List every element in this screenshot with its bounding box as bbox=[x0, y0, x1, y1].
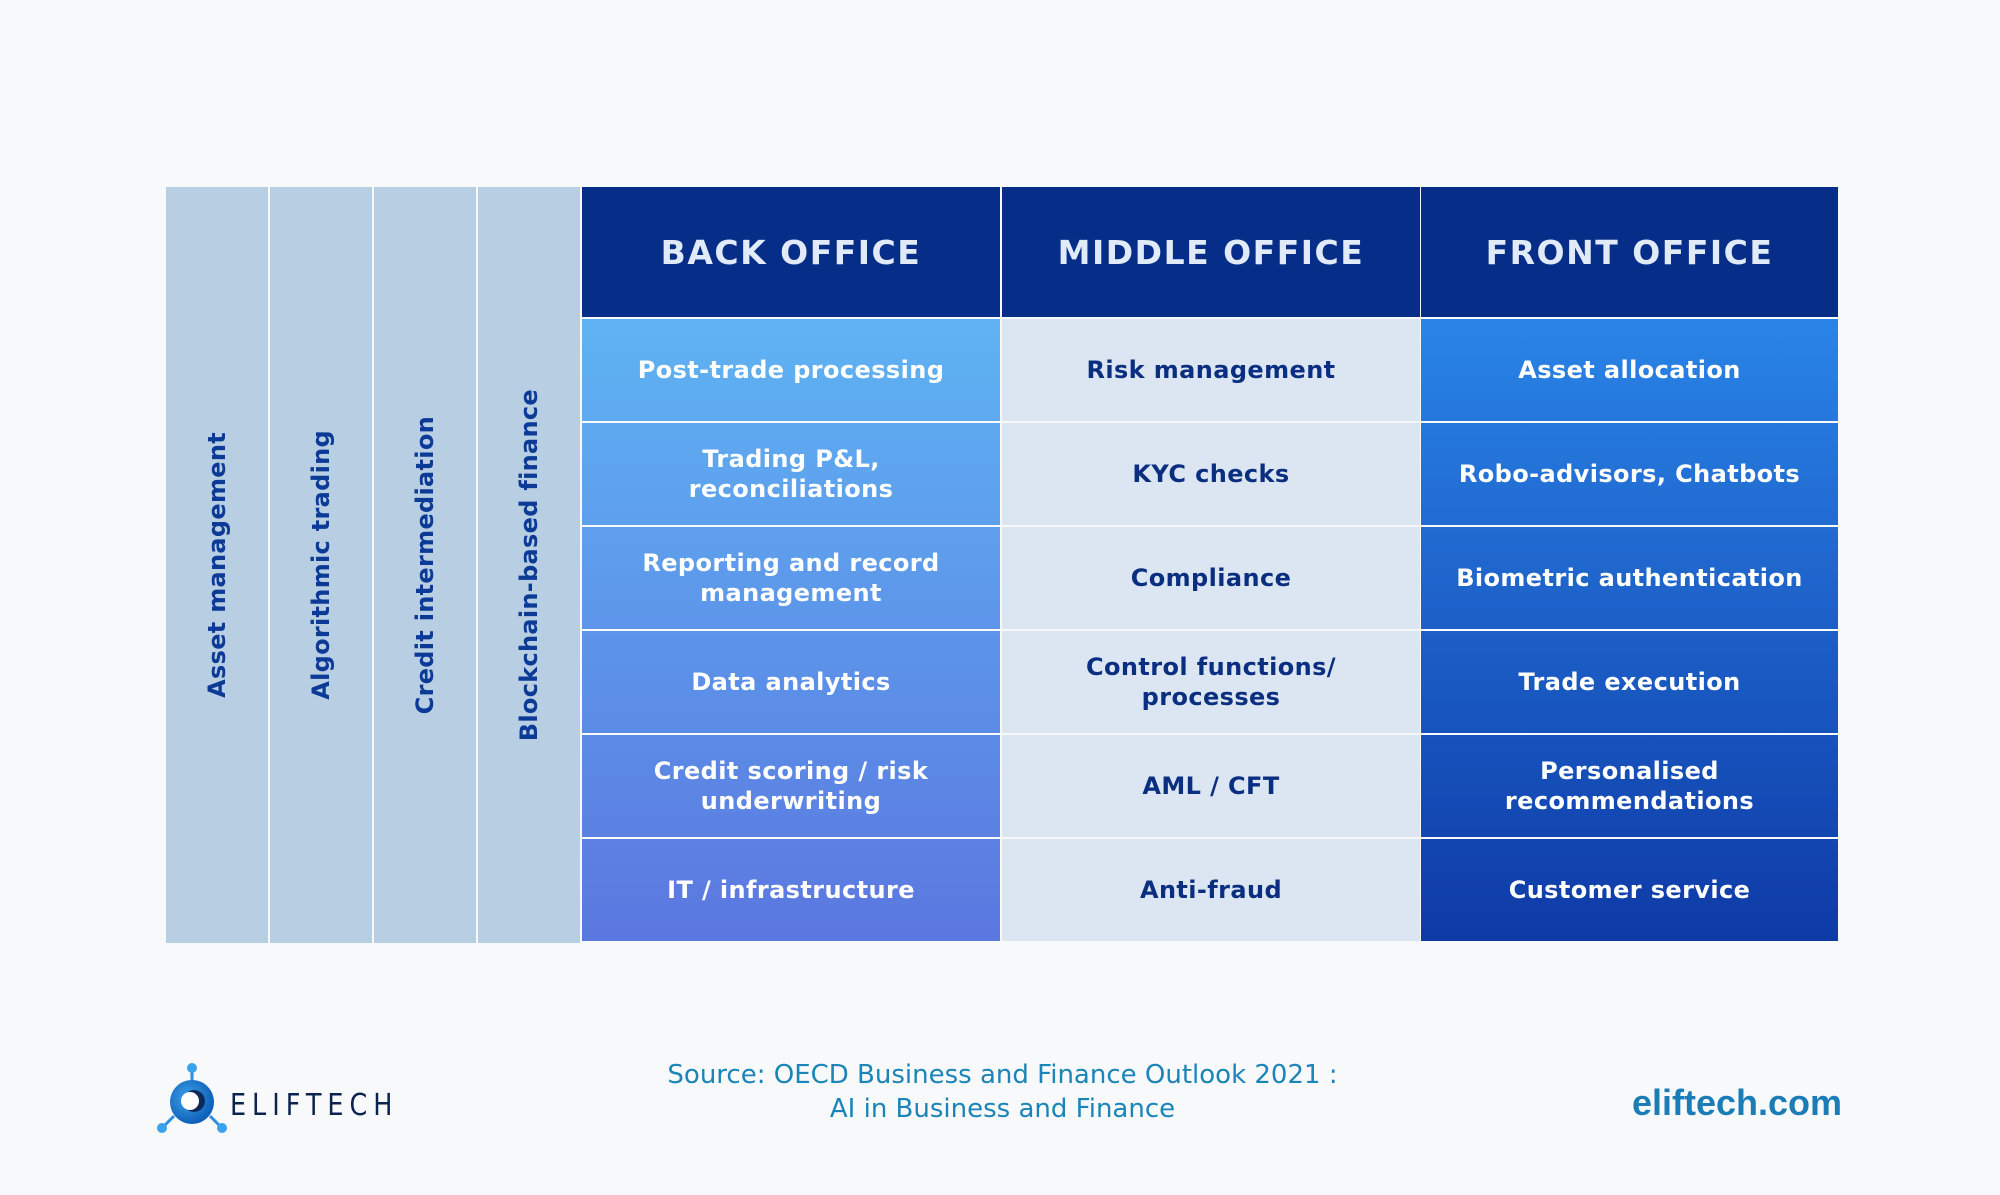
category-blockchain-finance: Blockchain-based finance bbox=[478, 187, 580, 943]
ai-finance-table: Asset management Algorithmic trading Cre… bbox=[166, 187, 1838, 943]
category-label: Credit intermediation bbox=[411, 415, 439, 715]
back-office-cell: Post-trade processing bbox=[582, 319, 1000, 421]
front-office-cell: Biometric authentication bbox=[1421, 527, 1838, 629]
category-algorithmic-trading: Algorithmic trading bbox=[270, 187, 372, 943]
category-label: Algorithmic trading bbox=[307, 430, 335, 700]
middle-office-cell: Risk management bbox=[1002, 319, 1420, 421]
website-link[interactable]: eliftech.com bbox=[1632, 1082, 1842, 1124]
middle-office-column: MIDDLE OFFICE Risk management KYC checks C… bbox=[1002, 187, 1420, 943]
middle-office-cell: Anti-fraud bbox=[1002, 839, 1420, 941]
middle-office-cell: Compliance bbox=[1002, 527, 1420, 629]
front-office-cell: Customer service bbox=[1421, 839, 1838, 941]
back-office-header: BACK OFFICE bbox=[582, 187, 1000, 317]
front-office-cell: Trade execution bbox=[1421, 631, 1838, 733]
middle-office-cell: KYC checks bbox=[1002, 423, 1420, 525]
back-office-cell: IT / infrastructure bbox=[582, 839, 1000, 941]
source-line-2: AI in Business and Finance bbox=[829, 1094, 1176, 1124]
middle-office-cell: Control functions/ processes bbox=[1002, 631, 1420, 733]
front-office-cell: Robo-advisors, Chatbots bbox=[1421, 423, 1838, 525]
source-citation: Source: OECD Business and Finance Outloo… bbox=[500, 1058, 1505, 1126]
category-label: Blockchain-based finance bbox=[515, 388, 543, 742]
eliftech-logo-icon bbox=[157, 1063, 227, 1133]
category-credit-intermediation: Credit intermediation bbox=[374, 187, 476, 943]
back-office-column: BACK OFFICE Post-trade processing Trading… bbox=[582, 187, 1000, 943]
back-office-cell: Reporting and record management bbox=[582, 527, 1000, 629]
category-label: Asset management bbox=[203, 432, 231, 698]
eliftech-wordmark: ELIFTECH bbox=[230, 1088, 399, 1123]
front-office-cell: Personalised recommendations bbox=[1421, 735, 1838, 837]
category-asset-management: Asset management bbox=[166, 187, 268, 943]
back-office-cell: Trading P&L, reconciliations bbox=[582, 423, 1000, 525]
front-office-column: FRONT OFFICE Asset allocation Robo-adviso… bbox=[1421, 187, 1838, 943]
front-office-header: FRONT OFFICE bbox=[1421, 187, 1838, 317]
front-office-cell: Asset allocation bbox=[1421, 319, 1838, 421]
source-line-1: Source: OECD Business and Finance Outloo… bbox=[667, 1060, 1338, 1090]
middle-office-cell: AML / CFT bbox=[1002, 735, 1420, 837]
back-office-cell: Data analytics bbox=[582, 631, 1000, 733]
back-office-cell: Credit scoring / risk underwriting bbox=[582, 735, 1000, 837]
middle-office-header: MIDDLE OFFICE bbox=[1002, 187, 1420, 317]
